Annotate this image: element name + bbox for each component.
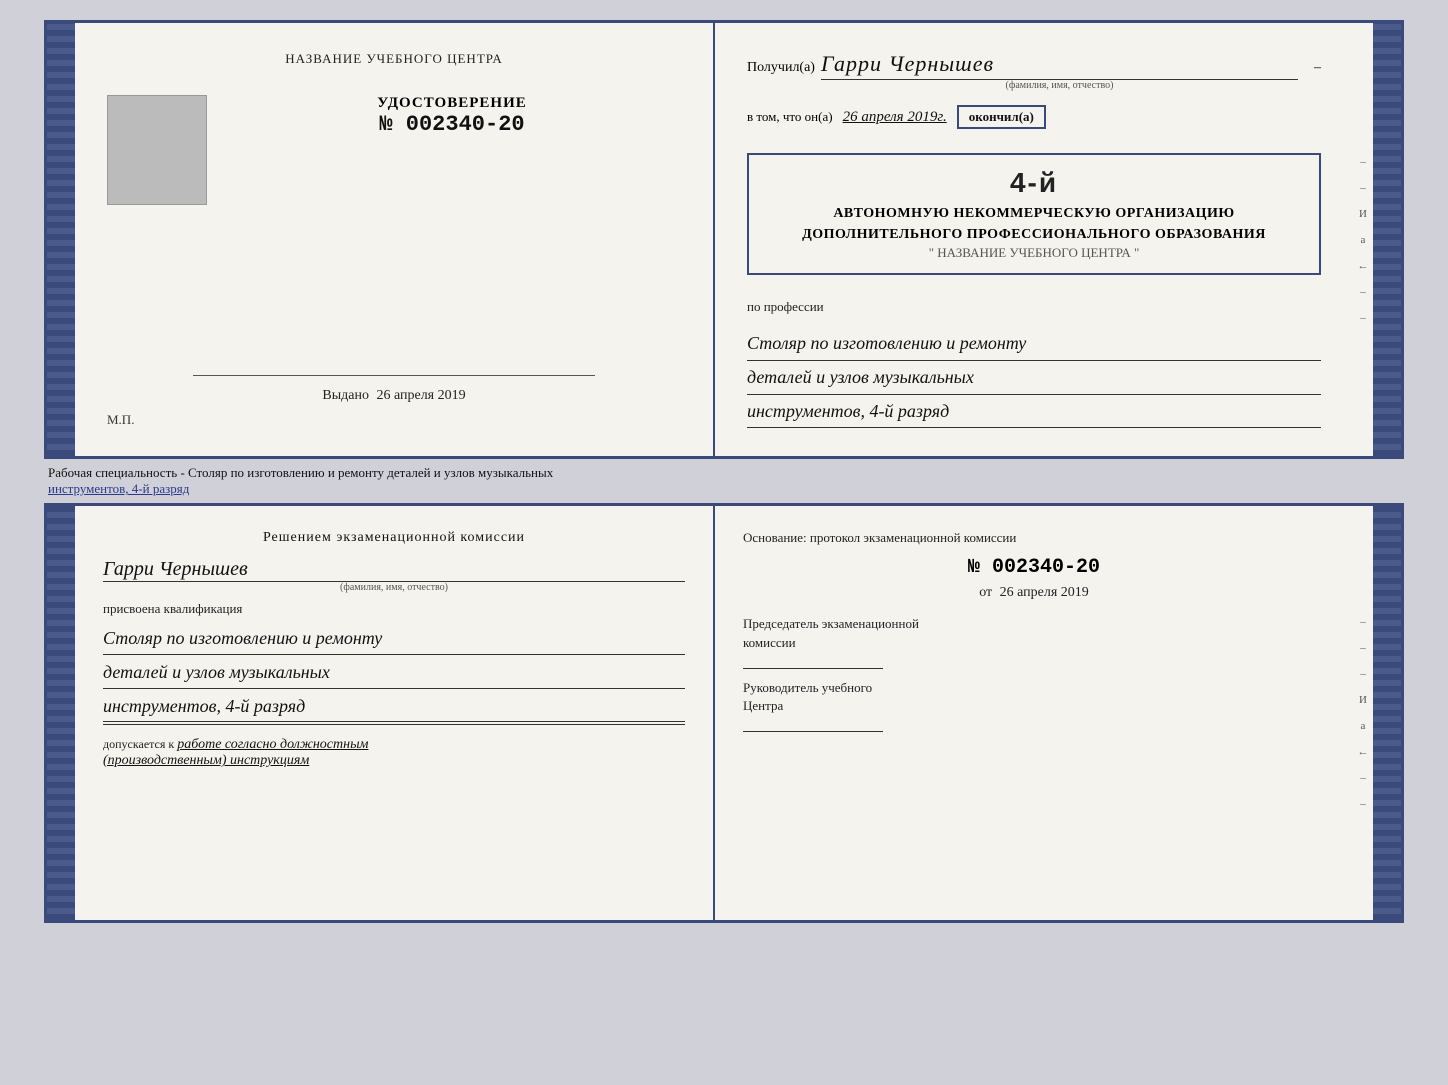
rukovoditel-label: Руководитель учебного Центра	[743, 679, 1325, 715]
okonchil-box: окончил(а)	[957, 105, 1046, 129]
ot-prefix: от	[979, 585, 992, 600]
profession-block-top: Столяр по изготовлению и ремонту деталей…	[747, 329, 1321, 428]
stamp-block: 4-й АВТОНОМНУЮ НЕКОММЕРЧЕСКУЮ ОРГАНИЗАЦИ…	[747, 153, 1321, 275]
document-wrapper: НАЗВАНИЕ УЧЕБНОГО ЦЕНТРА УДОСТОВЕРЕНИЕ №…	[20, 20, 1428, 923]
vtom-date: 26 апреля 2019г.	[839, 109, 951, 126]
top-right-page: Получил(а) Гарри Чернышев (фамилия, имя,…	[715, 23, 1353, 456]
predsedatel-sign-line	[743, 668, 883, 669]
po-professii-label: по профессии	[747, 299, 1321, 315]
dopuskaetsya-prefix: допускается к	[103, 737, 174, 751]
rukovoditel-sign-line	[743, 731, 883, 732]
predsedatel-line1: Председатель экзаменационной	[743, 616, 919, 631]
recipient-name-top: Гарри Чернышев	[821, 51, 1298, 80]
dopuskaetsya-italic2: (производственным) инструкциям	[103, 753, 309, 768]
mp-label: М.П.	[107, 412, 134, 428]
qual-line1: Столяр по изготовлению и ремонту	[103, 623, 685, 655]
top-left-title: НАЗВАНИЕ УЧЕБНОГО ЦЕНТРА	[107, 51, 681, 67]
poluchil-label: Получил(а)	[747, 60, 815, 76]
profession-line2-top: деталей и узлов музыкальных	[747, 363, 1321, 395]
top-cert-spread: НАЗВАНИЕ УЧЕБНОГО ЦЕНТРА УДОСТОВЕРЕНИЕ №…	[44, 20, 1404, 459]
vydano-line: Выдано 26 апреля 2019	[107, 388, 681, 404]
top-left-page: НАЗВАНИЕ УЧЕБНОГО ЦЕНТРА УДОСТОВЕРЕНИЕ №…	[75, 23, 715, 456]
rukovoditel-line1: Руководитель учебного	[743, 680, 872, 695]
caption-text2: инструментов, 4-й разряд	[48, 481, 189, 496]
name-subtitle-top: (фамилия, имя, отчество)	[821, 80, 1298, 91]
bottom-name-subtitle: (фамилия, имя, отчество)	[103, 582, 685, 593]
bottom-right-page: Основание: протокол экзаменационной коми…	[715, 506, 1353, 920]
vtom-prefix: в том, что он(а)	[747, 109, 833, 125]
vydano-label: Выдано	[322, 388, 369, 403]
udostoverenie-number: № 002340-20	[377, 112, 527, 137]
bottom-recipient-name: Гарри Чернышев	[103, 558, 685, 582]
ot-date: от 26 апреля 2019	[743, 585, 1325, 601]
right-binding-strip-bottom	[1373, 506, 1401, 920]
predsedatel-block: Председатель экзаменационной комиссии	[743, 615, 1325, 668]
stamp-line3: " НАЗВАНИЕ УЧЕБНОГО ЦЕНТРА "	[765, 245, 1303, 261]
bottom-cert-spread: Решением экзаменационной комиссии Гарри …	[44, 503, 1404, 923]
caption-area: Рабочая специальность - Столяр по изгото…	[44, 459, 1404, 503]
stamp-line2: ДОПОЛНИТЕЛЬНОГО ПРОФЕССИОНАЛЬНОГО ОБРАЗО…	[765, 224, 1303, 245]
protocol-number: № 002340-20	[743, 556, 1325, 579]
right-strip-bottom: – – – И а ← – –	[1353, 506, 1373, 920]
dopuskaetsya-italic: работе согласно должностным	[177, 737, 368, 752]
predsedatel-line2: комиссии	[743, 635, 796, 650]
qual-line2: деталей и узлов музыкальных	[103, 657, 685, 689]
resheniem-title: Решением экзаменационной комиссии	[103, 530, 685, 546]
right-strip-top: – – И а ← – –	[1353, 23, 1373, 456]
profession-line1-top: Столяр по изготовлению и ремонту	[747, 329, 1321, 361]
dopuskaetsya-block: допускается к работе согласно должностны…	[103, 737, 685, 769]
bottom-name-block: Гарри Чернышев (фамилия, имя, отчество)	[103, 558, 685, 593]
left-binding-strip-bottom	[47, 506, 75, 920]
left-binding-strip	[47, 23, 75, 456]
udostoverenie-block: УДОСТОВЕРЕНИЕ № 002340-20	[377, 95, 527, 137]
right-binding-strip-top	[1373, 23, 1401, 456]
qualification-block: Столяр по изготовлению и ремонту деталей…	[103, 623, 685, 725]
stamp-line1: АВТОНОМНУЮ НЕКОММЕРЧЕСКУЮ ОРГАНИЗАЦИЮ	[765, 203, 1303, 224]
predsedatel-label: Председатель экзаменационной комиссии	[743, 615, 1325, 651]
prisvoena-text: присвоена квалификация	[103, 601, 685, 617]
ot-date-value: 26 апреля 2019	[1000, 585, 1089, 600]
osnovanie-text: Основание: протокол экзаменационной коми…	[743, 530, 1325, 546]
caption-text-main: Рабочая специальность - Столяр по изгото…	[48, 465, 553, 480]
qual-line3: инструментов, 4-й разряд	[103, 691, 685, 723]
vydano-date: 26 апреля 2019	[376, 388, 465, 403]
udostoverenie-label: УДОСТОВЕРЕНИЕ	[377, 95, 527, 112]
bottom-left-page: Решением экзаменационной комиссии Гарри …	[75, 506, 715, 920]
profession-line3-top: инструментов, 4-й разряд	[747, 397, 1321, 429]
photo-placeholder	[107, 95, 207, 205]
rukovoditel-line2: Центра	[743, 698, 783, 713]
rukovoditel-block: Руководитель учебного Центра	[743, 679, 1325, 732]
